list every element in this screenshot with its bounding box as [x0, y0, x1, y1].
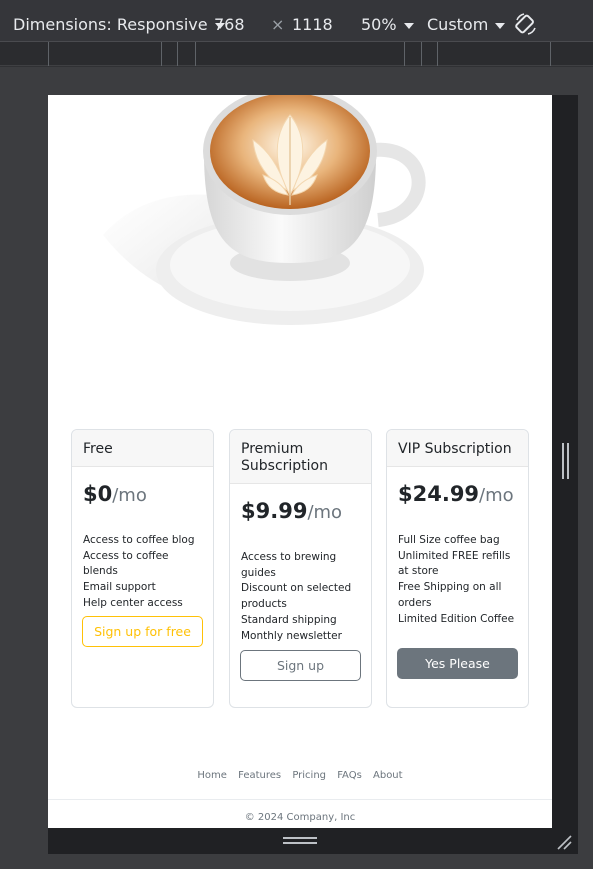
- times-label: ×: [271, 15, 285, 34]
- ruler-tick: [421, 42, 422, 66]
- feature-item: Email support: [83, 581, 156, 594]
- horizontal-resize-handle[interactable]: [283, 836, 317, 846]
- plan-card-premium: Premium Subscription $9.99/mo Access to …: [229, 429, 372, 708]
- feature-item: Help center access: [83, 596, 183, 609]
- plan-price: $9.99/mo: [241, 499, 343, 523]
- yes-please-button[interactable]: Yes Please: [397, 648, 518, 679]
- device-toolbar: Dimensions: Responsive 768 × 1118 50% Cu…: [0, 0, 593, 42]
- ruler-tick: [195, 42, 196, 66]
- feature-list: Access to brewing guides Discount on sel…: [230, 550, 371, 644]
- chevron-down-icon: [495, 22, 506, 29]
- feature-item: Access to coffee blends: [83, 549, 169, 578]
- plan-title: Premium Subscription: [230, 430, 371, 484]
- throttle-label: Custom: [427, 15, 489, 34]
- ruler-tick: [550, 42, 551, 66]
- footer-divider: [48, 799, 552, 800]
- throttle-dropdown[interactable]: Custom: [427, 15, 506, 35]
- dimensions-label: Dimensions: Responsive: [13, 15, 208, 34]
- plan-card-vip: VIP Subscription $24.99/mo Full Size cof…: [386, 429, 529, 708]
- ruler-tick: [404, 42, 405, 66]
- coffee-cup-image: [103, 95, 426, 325]
- chevron-down-icon: [403, 22, 414, 29]
- footer-link-features[interactable]: Features: [238, 770, 281, 781]
- ruler-tick: [177, 42, 178, 66]
- plan-card-free: Free $0/mo Access to coffee blog Access …: [71, 429, 214, 708]
- feature-item: Full Size coffee bag: [398, 534, 500, 546]
- sign-up-button[interactable]: Sign up: [240, 650, 361, 681]
- width-input[interactable]: 768: [214, 15, 245, 35]
- rotate-icon[interactable]: [514, 12, 538, 36]
- footer-nav: Home Features Pricing FAQs About: [48, 770, 552, 781]
- feature-item: Limited Edition Coffee: [398, 612, 515, 625]
- feature-item: Standard shipping: [241, 613, 337, 626]
- feature-list: Full Size coffee bag Unlimited FREE refi…: [387, 533, 528, 627]
- ruler-tick: [437, 42, 438, 66]
- vertical-resize-handle[interactable]: [561, 443, 571, 479]
- footer-link-about[interactable]: About: [373, 770, 403, 781]
- ruler-tick: [48, 42, 49, 66]
- zoom-label: 50%: [361, 15, 397, 34]
- plan-title: Free: [72, 430, 213, 467]
- feature-item: Access to coffee blog: [83, 534, 195, 546]
- corner-resize-icon[interactable]: [556, 834, 572, 850]
- footer-link-home[interactable]: Home: [197, 770, 227, 781]
- plan-title: VIP Subscription: [387, 430, 528, 467]
- height-input[interactable]: 1118: [292, 15, 333, 35]
- footer-link-pricing[interactable]: Pricing: [292, 770, 326, 781]
- page-viewport: Free $0/mo Access to coffee blog Access …: [48, 95, 552, 828]
- plan-price: $24.99/mo: [398, 482, 514, 506]
- feature-item: Monthly newsletter: [241, 629, 342, 642]
- ruler-tick: [161, 42, 162, 66]
- feature-item: Unlimited FREE refills at store: [398, 549, 511, 578]
- feature-item: Free Shipping on all orders: [398, 581, 502, 609]
- feature-item: Discount on selected products: [241, 582, 352, 611]
- footer-link-faqs[interactable]: FAQs: [337, 770, 362, 781]
- feature-item: Access to brewing guides: [241, 551, 337, 579]
- sign-up-free-button[interactable]: Sign up for free: [82, 616, 203, 647]
- feature-list: Access to coffee blog Access to coffee b…: [72, 533, 213, 612]
- zoom-dropdown[interactable]: 50%: [361, 15, 414, 35]
- copyright-text: © 2024 Company, Inc: [244, 812, 356, 823]
- dimensions-dropdown[interactable]: Dimensions: Responsive: [13, 15, 225, 35]
- plan-price: $0/mo: [83, 482, 147, 506]
- media-query-ruler: [0, 42, 593, 66]
